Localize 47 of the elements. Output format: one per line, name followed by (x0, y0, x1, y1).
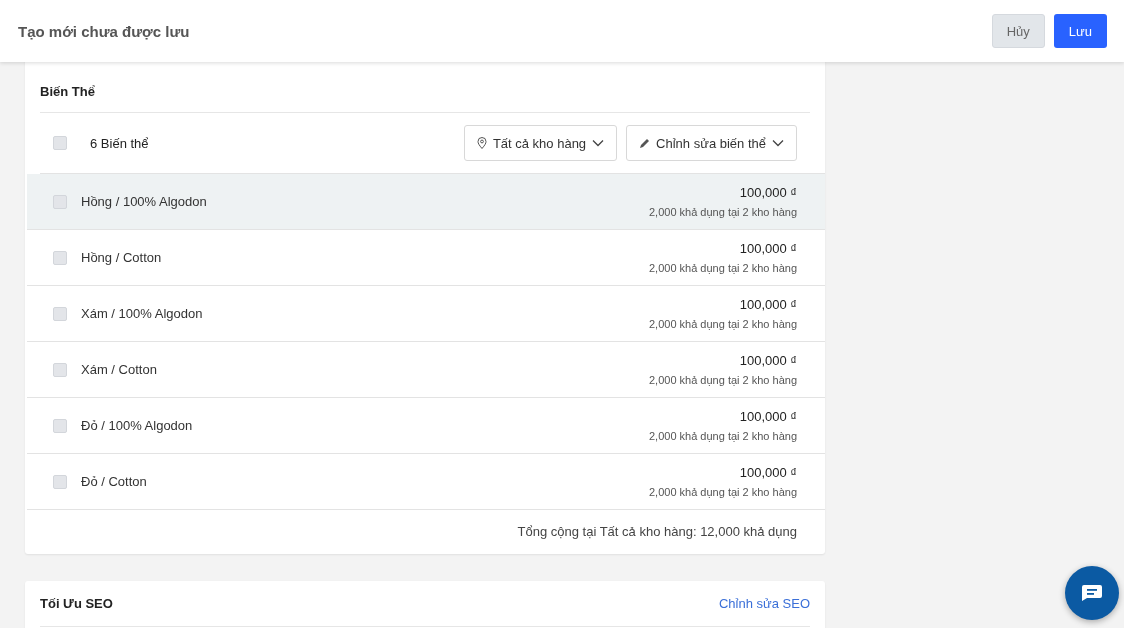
variant-row[interactable]: Đỏ / Cotton 100,000 ₫ 2,000 khả dụng tại 2 kho hàng (27, 454, 825, 510)
warehouse-dropdown[interactable]: Tất cả kho hàng (463, 125, 618, 161)
variant-name: Đỏ / 100% Algodon (81, 418, 193, 433)
row-checkbox[interactable] (53, 362, 67, 377)
variant-row[interactable]: Đỏ / 100% Algodon 100,000 ₫ 2,000 khả dụng tại 2 kho hàng (27, 398, 825, 454)
row-checkbox[interactable] (53, 418, 67, 433)
chevron-down-icon (592, 139, 605, 147)
variant-name: Xám / Cotton (81, 362, 157, 377)
header-button[interactable]: Lưu (1053, 14, 1107, 48)
page-title: Tạo mới chưa được lưu (18, 22, 191, 40)
stock-text: 2,000 khả dụng tại 2 kho hàng (649, 430, 797, 442)
chat-bubble-icon (1081, 584, 1103, 602)
stock-text: 2,000 khả dụng tại 2 kho hàng (649, 206, 797, 218)
variant-row[interactable]: Hồng / 100% Algodon 100,000 ₫ 2,000 khả dụng tại 2 kho hàng (27, 174, 825, 230)
variant-price: 100,000 ₫ (739, 353, 797, 368)
variant-price: 100,000 ₫ (739, 185, 797, 200)
variant-price: 100,000 ₫ (739, 409, 797, 424)
variant-price: 100,000 ₫ (739, 465, 797, 480)
row-checkbox[interactable] (53, 306, 67, 321)
variant-name: Xám / 100% Algodon (81, 306, 203, 321)
row-checkbox[interactable] (53, 194, 67, 209)
section-title: Biến Thể (40, 69, 810, 113)
variant-row[interactable]: Xám / Cotton 100,000 ₫ 2,000 khả dụng tại 2 kho hàng (27, 342, 825, 398)
variant-row[interactable]: Hồng / Cotton 100,000 ₫ 2,000 khả dụng tại 2 kho hàng (27, 230, 825, 286)
location-pin-icon (476, 137, 487, 149)
variant-price: 100,000 ₫ (739, 297, 797, 312)
row-checkbox[interactable] (53, 474, 67, 489)
chat-button[interactable] (1065, 566, 1119, 620)
stock-text: 2,000 khả dụng tại 2 kho hàng (649, 374, 797, 386)
variant-name: Đỏ / Cotton (81, 474, 147, 489)
total-stock: Tổng cộng tại Tất cả kho hàng: 12,000 khả dụng (516, 523, 798, 541)
row-checkbox[interactable] (53, 250, 67, 265)
stock-text: 2,000 khả dụng tại 2 kho hàng (649, 262, 797, 274)
pencil-icon (639, 137, 651, 149)
select-all-checkbox[interactable] (53, 136, 67, 150)
header-button[interactable]: Hủy (991, 14, 1045, 48)
chevron-down-icon (772, 139, 784, 147)
edit-seo-link[interactable]: Chỉnh sửa SEO (718, 596, 810, 611)
variant-count: 6 Biến thể (90, 135, 149, 151)
stock-text: 2,000 khả dụng tại 2 kho hàng (649, 318, 797, 330)
stock-text: 2,000 khả dụng tại 2 kho hàng (649, 486, 797, 498)
variant-price: 100,000 ₫ (739, 241, 797, 256)
section-title: Tối Ưu SEO (40, 596, 113, 611)
variant-row[interactable]: Xám / 100% Algodon 100,000 ₫ 2,000 khả dụng tại 2 kho hàng (27, 286, 825, 342)
variant-name: Hồng / Cotton (81, 250, 162, 265)
variant-name: Hồng / 100% Algodon (81, 194, 207, 209)
edit-variants-dropdown[interactable]: Chỉnh sửa biến thể (626, 125, 797, 161)
